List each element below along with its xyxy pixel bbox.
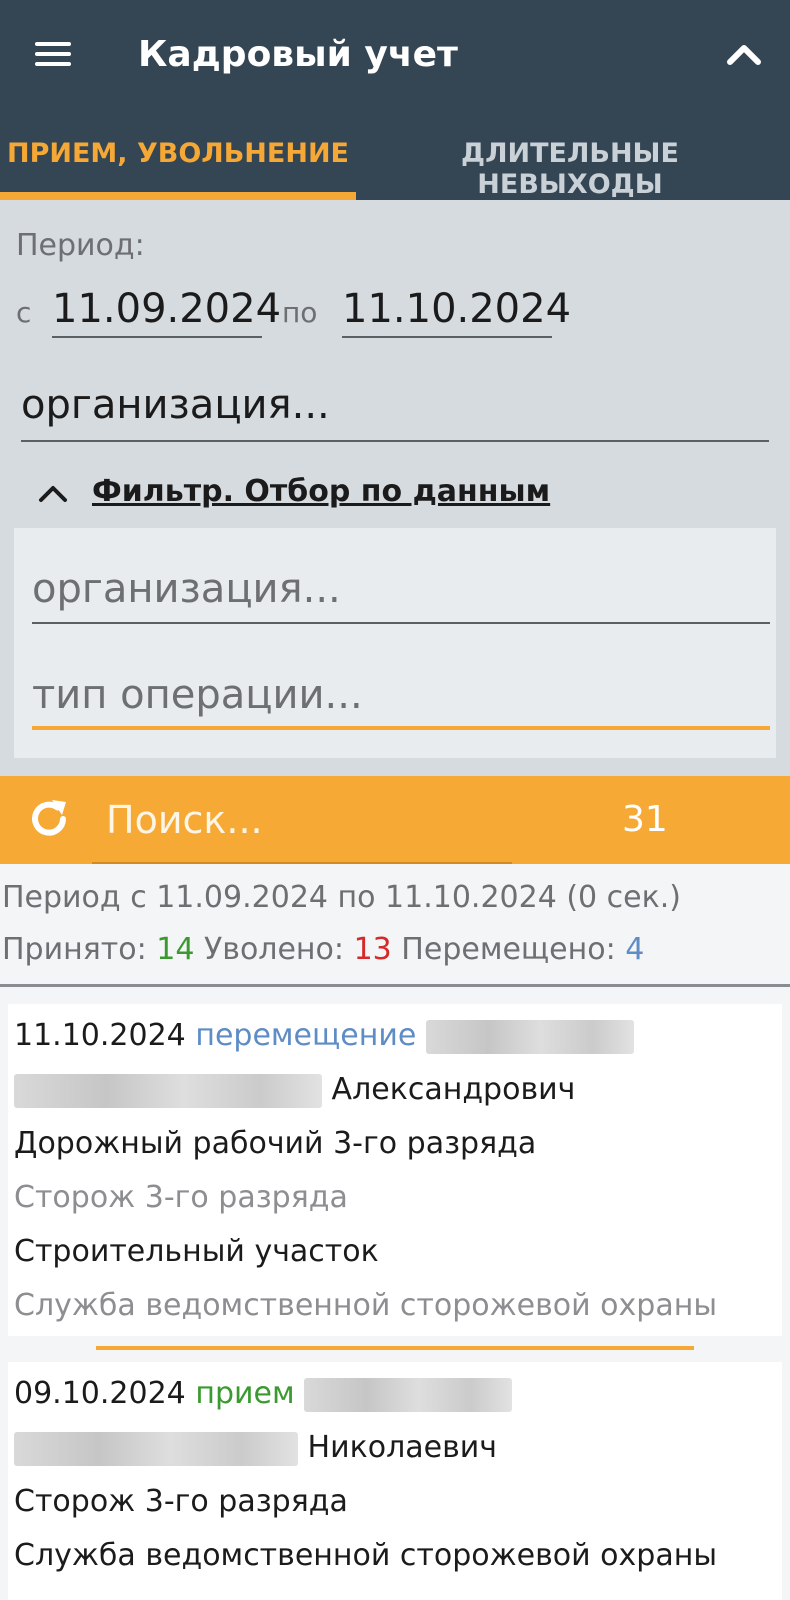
record-separator: [96, 1346, 694, 1350]
fired-count: 13: [353, 932, 392, 967]
period-summary: Период с 11.09.2024 по 11.10.2024 (0 сек…: [2, 880, 681, 915]
filter-toggle-label: Фильтр. Отбор по данным: [92, 474, 551, 509]
record-patronymic: Николаевич: [307, 1430, 497, 1465]
search-bar: Поиск... 31: [0, 776, 790, 864]
redacted-surname: [425, 1019, 634, 1054]
moved-count: 4: [625, 932, 645, 967]
redacted-name: [14, 1431, 298, 1466]
record-header: 11.10.2024 перемещение: [14, 1018, 634, 1054]
panel-organization-field[interactable]: организация...: [32, 558, 770, 624]
record-patronymic: Александрович: [331, 1072, 576, 1107]
fired-label: Уволено:: [203, 932, 345, 967]
filters-section: Период: с 11.09.2024 по 11.10.2024 орган…: [0, 200, 790, 776]
search-input[interactable]: Поиск...: [92, 776, 512, 864]
record-name: Александрович: [14, 1072, 575, 1108]
result-count: 31: [622, 799, 668, 840]
moved-label: Перемещено:: [401, 932, 616, 967]
date-to-value: 11.10.2024: [342, 286, 572, 332]
record-prev-department: Служба ведомственной сторожевой охраны: [14, 1288, 718, 1323]
record-prev-position: Сторож 3-го разряда: [14, 1180, 348, 1215]
record-position: Сторож 3-го разряда: [14, 1484, 348, 1519]
operation-type-field[interactable]: тип операции...: [32, 664, 770, 730]
chevron-up-icon[interactable]: [722, 36, 766, 72]
divider: [0, 984, 790, 987]
operation-type-placeholder: тип операции...: [32, 672, 363, 718]
date-from-value: 11.09.2024: [52, 286, 282, 332]
tab-label: ДЛИТЕЛЬНЫЕ НЕВЫХОДЫ: [461, 138, 679, 200]
record-date: 11.10.2024: [14, 1018, 186, 1053]
app-title: Кадровый учет: [138, 34, 458, 75]
app-bar: Кадровый учет ПРИЕМ, УВОЛЬНЕНИЕ ДЛИТЕЛЬН…: [0, 0, 790, 200]
record-card[interactable]: 11.10.2024 перемещение Александрович Дор…: [8, 1004, 782, 1336]
date-to-field[interactable]: 11.10.2024: [342, 286, 571, 338]
organization-field[interactable]: организация...: [21, 378, 769, 442]
record-header: 09.10.2024 прием: [14, 1376, 513, 1412]
hired-count: 14: [156, 932, 195, 967]
panel-organization-placeholder: организация...: [32, 566, 341, 612]
record-date: 09.10.2024: [14, 1376, 186, 1411]
record-operation: перемещение: [195, 1018, 417, 1053]
to-label: по: [282, 296, 318, 329]
refresh-icon[interactable]: [26, 796, 72, 842]
menu-icon[interactable]: [32, 38, 74, 70]
redacted-surname: [304, 1377, 513, 1412]
from-label: с: [16, 296, 32, 329]
search-placeholder: Поиск...: [106, 798, 263, 842]
stats-summary: Принято: 14 Уволено: 13 Перемещено: 4: [2, 932, 644, 967]
record-position: Дорожный рабочий 3-го разряда: [14, 1126, 537, 1161]
record-name: Николаевич: [14, 1430, 497, 1466]
tab-label: ПРИЕМ, УВОЛЬНЕНИЕ: [7, 138, 349, 169]
record-operation: прием: [195, 1376, 295, 1411]
redacted-name: [14, 1073, 322, 1108]
tab-long-absences[interactable]: ДЛИТЕЛЬНЫЕ НЕВЫХОДЫ: [370, 138, 770, 200]
organization-placeholder: организация...: [21, 382, 330, 428]
record-card[interactable]: 09.10.2024 прием Николаевич Сторож 3-го …: [8, 1362, 782, 1600]
chevron-up-icon: [39, 486, 67, 502]
hired-label: Принято:: [2, 932, 147, 967]
filter-panel: организация... тип операции...: [14, 528, 776, 758]
tab-hire-dismissal[interactable]: ПРИЕМ, УВОЛЬНЕНИЕ: [0, 138, 356, 200]
record-department: Строительный участок: [14, 1234, 379, 1269]
record-department: Служба ведомственной сторожевой охраны: [14, 1538, 718, 1573]
date-from-field[interactable]: 11.09.2024: [52, 286, 281, 338]
period-label: Период:: [16, 228, 145, 263]
